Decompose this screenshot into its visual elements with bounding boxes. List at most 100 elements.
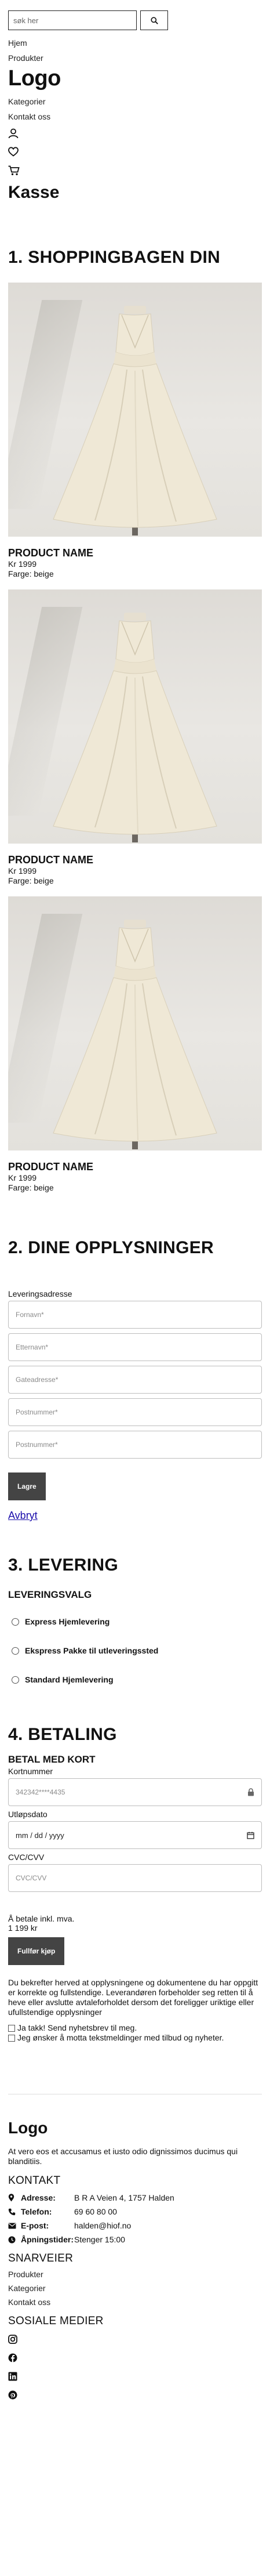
facebook-icon[interactable] xyxy=(8,2353,262,2364)
contact-hours: Åpningstider: Stenger 15:00 xyxy=(8,2235,262,2244)
product-color: Farge: beige xyxy=(8,876,54,885)
product-price: Kr 1999 xyxy=(8,866,37,875)
product-price: Kr 1999 xyxy=(8,1173,37,1182)
cart-icon[interactable] xyxy=(8,165,262,177)
contact-value: Stenger 15:00 xyxy=(74,2235,125,2244)
cancel-link[interactable]: Avbryt xyxy=(8,1510,262,1522)
logo[interactable]: Logo xyxy=(8,66,262,91)
sms-checkbox-row[interactable]: Jeg ønsker å motta tekstmeldinger med ti… xyxy=(8,2033,262,2043)
calendar-icon[interactable] xyxy=(247,1832,254,1839)
user-icon[interactable] xyxy=(8,128,262,140)
product-name[interactable]: PRODUCT NAME xyxy=(8,854,262,866)
search-bar xyxy=(8,10,262,30)
expiry-label: Utløpsdato xyxy=(8,1810,48,1819)
contact-heading: KONTAKT xyxy=(8,2175,61,2187)
delivery-section-title: 3. LEVERING xyxy=(8,1555,119,1575)
card-number-field[interactable]: 342342****4435 xyxy=(8,1778,262,1806)
contact-key: E-post: xyxy=(21,2221,49,2230)
linkedin-icon[interactable] xyxy=(8,2372,262,2382)
product-image[interactable] xyxy=(8,896,262,1150)
location-icon xyxy=(8,2194,21,2202)
footer-link-categories[interactable]: Kategorier xyxy=(8,2284,262,2293)
social-heading: SOSIALE MEDIER xyxy=(8,2315,104,2327)
cvc-placeholder: CVC/CVV xyxy=(16,1874,47,1882)
info-section-title: 2. DINE OPPLYSNINGER xyxy=(8,1238,214,1257)
delivery-options-heading: LEVERINGSVALG xyxy=(8,1589,92,1600)
contact-key: Adresse: xyxy=(21,2193,56,2202)
product-color: Farge: beige xyxy=(8,1183,54,1192)
product-name[interactable]: PRODUCT NAME xyxy=(8,1161,262,1173)
delivery-option-express[interactable]: Express Hjemlevering xyxy=(8,1617,262,1626)
product-price: Kr 1999 xyxy=(8,559,37,569)
nav-categories-link[interactable]: Kategorier xyxy=(8,97,262,106)
cart-section-title: 1. SHOPPINGBAGEN DIN xyxy=(8,248,221,267)
clock-icon xyxy=(8,2236,21,2244)
contact-key: Åpningstider: xyxy=(21,2235,74,2244)
pay-with-card-heading: BETAL MED KORT xyxy=(8,1754,96,1765)
delivery-option-label: Standard Hjemlevering xyxy=(25,1675,114,1684)
cart-item: PRODUCT NAME Kr 1999 Farge: beige xyxy=(8,896,262,1193)
instagram-icon[interactable] xyxy=(8,2335,262,2345)
pinterest-icon[interactable] xyxy=(8,2390,262,2401)
cart-item: PRODUCT NAME Kr 1999 Farge: beige xyxy=(8,589,262,886)
delivery-address-label: Leveringsadresse xyxy=(8,1289,72,1298)
search-input[interactable] xyxy=(8,10,137,30)
contact-key: Telefon: xyxy=(21,2207,52,2216)
footer-logo[interactable]: Logo xyxy=(8,2119,262,2137)
checkout-button[interactable]: Fullfør kjøp xyxy=(8,1937,65,1965)
last-name-field[interactable] xyxy=(8,1333,262,1361)
contact-value: B R A Veien 4, 1757 Halden xyxy=(74,2193,174,2202)
cart-item: PRODUCT NAME Kr 1999 Farge: beige xyxy=(8,283,262,579)
first-name-field[interactable] xyxy=(8,1301,262,1329)
delivery-option-pickup[interactable]: Ekspress Pakke til utleveringssted xyxy=(8,1646,262,1655)
product-image[interactable] xyxy=(8,589,262,844)
contact-address: Adresse: B R A Veien 4, 1757 Halden xyxy=(8,2193,262,2202)
search-icon xyxy=(150,16,158,24)
contact-value: 69 60 80 00 xyxy=(74,2207,117,2216)
product-color: Farge: beige xyxy=(8,569,54,578)
card-number-placeholder: 342342****4435 xyxy=(16,1788,65,1796)
nav-contact-link[interactable]: Kontakt oss xyxy=(8,112,262,121)
radio-button[interactable] xyxy=(12,1618,19,1626)
total-amount: 1 199 kr xyxy=(8,1923,38,1933)
sms-label: Jeg ønsker å motta tekstmeldinger med ti… xyxy=(17,2033,224,2042)
radio-button[interactable] xyxy=(12,1647,19,1655)
checkout-page: Hjem Produkter Logo Kategorier Kontakt o… xyxy=(0,0,270,2576)
mail-icon xyxy=(8,2223,21,2229)
phone-icon xyxy=(8,2208,21,2216)
search-button[interactable] xyxy=(140,10,168,30)
sms-checkbox[interactable] xyxy=(8,2034,15,2042)
cvc-label: CVC/CVV xyxy=(8,1853,45,1862)
product-name[interactable]: PRODUCT NAME xyxy=(8,547,262,559)
lock-icon xyxy=(248,1788,254,1796)
payment-section-title: 4. BETALING xyxy=(8,1725,117,1744)
terms-text: Du bekrefter herved at opplysningene og … xyxy=(8,1978,258,2017)
save-button[interactable]: Lagre xyxy=(8,1472,46,1500)
postal-code-field[interactable] xyxy=(8,1398,262,1426)
product-image[interactable] xyxy=(8,283,262,537)
newsletter-checkbox-row[interactable]: Ja takk! Send nyhetsbrev til meg. xyxy=(8,2023,262,2033)
contact-phone: Telefon: 69 60 80 00 xyxy=(8,2207,262,2216)
radio-button[interactable] xyxy=(12,1676,19,1684)
delivery-option-label: Ekspress Pakke til utleveringssted xyxy=(25,1646,159,1655)
street-address-field[interactable] xyxy=(8,1366,262,1394)
expiry-date-value: mm / dd / yyyy xyxy=(16,1830,64,1840)
postal-code-field-2[interactable] xyxy=(8,1431,262,1459)
delivery-option-label: Express Hjemlevering xyxy=(25,1617,110,1626)
total-label: Å betale inkl. mva. xyxy=(8,1914,75,1923)
delivery-option-standard[interactable]: Standard Hjemlevering xyxy=(8,1675,262,1684)
nav-products-link[interactable]: Produkter xyxy=(8,53,262,63)
footer-about-text: At vero eos et accusamus et iusto odio d… xyxy=(8,2147,238,2166)
heart-icon[interactable] xyxy=(8,147,262,158)
page-title: Kasse xyxy=(8,183,60,202)
footer-link-products[interactable]: Produkter xyxy=(8,2270,262,2279)
expiry-date-field[interactable]: mm / dd / yyyy xyxy=(8,1821,262,1849)
shortcuts-heading: SNARVEIER xyxy=(8,2252,74,2264)
nav-home-link[interactable]: Hjem xyxy=(8,38,262,48)
cvc-field[interactable]: CVC/CVV xyxy=(8,1864,262,1892)
footer-link-contact[interactable]: Kontakt oss xyxy=(8,2298,262,2307)
contact-email: E-post: halden@hiof.no xyxy=(8,2221,262,2230)
newsletter-checkbox[interactable] xyxy=(8,2024,15,2032)
newsletter-label: Ja takk! Send nyhetsbrev til meg. xyxy=(17,2023,137,2032)
card-number-label: Kortnummer xyxy=(8,1767,53,1776)
